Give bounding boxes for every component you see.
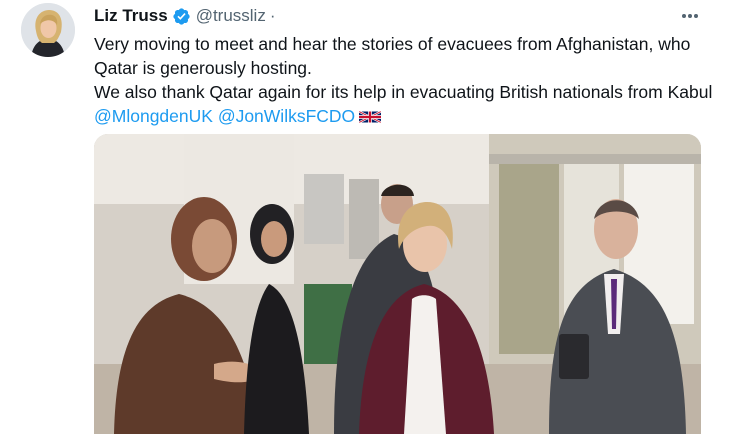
mention-link[interactable]: @JonWilksFCDO [218, 106, 355, 126]
avatar[interactable] [21, 3, 75, 57]
separator-dot: · [269, 6, 276, 25]
tweet-card[interactable]: Liz Truss @trussliz · Very moving to mee… [0, 0, 737, 434]
tweet-text-line2-text: We also thank Qatar again for its help i… [94, 82, 713, 102]
profile-photo [21, 3, 75, 57]
author-name[interactable]: Liz Truss [94, 6, 168, 26]
tweet-text-line1: Very moving to meet and hear the stories… [94, 34, 691, 78]
tweet-text-line2: We also thank Qatar again for its help i… [94, 80, 714, 130]
tweet-header: Liz Truss @trussliz · [94, 4, 276, 28]
tweet-photo[interactable] [94, 134, 701, 434]
verified-badge-icon [172, 7, 191, 26]
mention-link[interactable]: @MlongdenUK [94, 106, 213, 126]
author-handle[interactable]: @trussliz [196, 6, 266, 26]
more-options-icon[interactable] [676, 4, 704, 28]
tweet-text: Very moving to meet and hear the stories… [94, 32, 714, 130]
uk-flag-icon [359, 106, 382, 130]
photo-illustration [94, 134, 701, 434]
